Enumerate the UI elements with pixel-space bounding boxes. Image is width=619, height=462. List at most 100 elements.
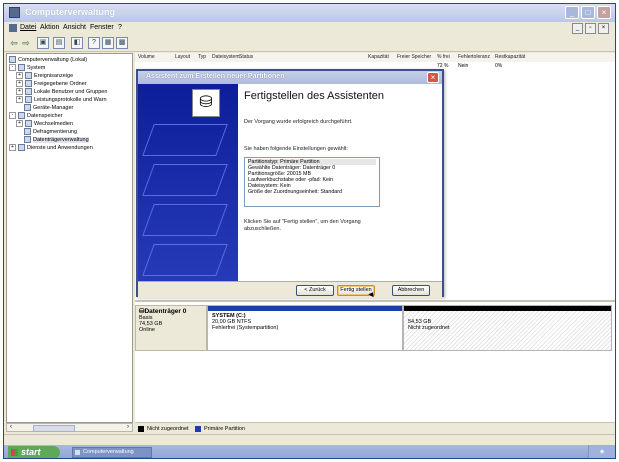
scroll-left-icon[interactable]: ‹ bbox=[7, 424, 15, 431]
expand-icon[interactable]: + bbox=[16, 80, 23, 87]
column-header-type[interactable]: Typ bbox=[198, 54, 206, 60]
partition-unallocated[interactable]: 54,53 GB Nicht zugeordnet bbox=[403, 305, 612, 351]
cell-fault-tolerance: Nein bbox=[458, 63, 469, 69]
mdi-restore-button[interactable]: ▫ bbox=[585, 23, 596, 34]
tree-label: Lokale Benutzer und Gruppen bbox=[34, 88, 108, 95]
back-button[interactable]: < Zurück bbox=[296, 285, 334, 296]
tree-node-disk-management[interactable]: Datenträgerverwaltung bbox=[24, 136, 89, 143]
scroll-right-icon[interactable]: › bbox=[124, 424, 132, 431]
wizard-settings-intro: Sie haben folgende Einstellungen gewählt… bbox=[244, 146, 348, 152]
window-title: Computerverwaltung bbox=[25, 7, 116, 17]
event-viewer-icon bbox=[25, 72, 32, 79]
tree-node-event-viewer[interactable]: + Ereignisanzeige bbox=[16, 72, 73, 79]
tree-node-performance-logs[interactable]: + Leistungsprotokolle und Warn bbox=[16, 96, 107, 103]
menu-bar: Datei Aktion Ansicht Fenster ? _ ▫ × bbox=[4, 22, 615, 35]
disk-stack-graphic bbox=[142, 244, 228, 276]
users-icon bbox=[25, 88, 32, 95]
tree-node-removable-storage[interactable]: + Wechselmedien bbox=[16, 120, 73, 127]
taskbar-item-label: Computerverwaltung bbox=[83, 449, 134, 455]
tree-label: Dienste und Anwendungen bbox=[27, 144, 93, 151]
help-icon[interactable]: ? bbox=[88, 37, 100, 49]
wizard-finish-hint-2: abzuschließen. bbox=[244, 226, 281, 232]
wizard-settings-list[interactable]: Partitionstyp: Primäre Partition Gewählt… bbox=[244, 157, 380, 207]
tree-label: Ereignisanzeige bbox=[34, 72, 74, 79]
collapse-icon[interactable]: - bbox=[9, 64, 16, 71]
expand-icon[interactable]: + bbox=[9, 144, 16, 151]
column-header-capacity[interactable]: Kapazität bbox=[368, 54, 389, 60]
column-header-percent-free[interactable]: % frei bbox=[437, 54, 450, 60]
column-header-volume[interactable]: Volume bbox=[138, 54, 155, 60]
column-header-overhead[interactable]: Restkapazität bbox=[495, 54, 525, 60]
forward-arrow-icon[interactable]: ⇨ bbox=[20, 37, 32, 49]
device-manager-icon bbox=[24, 104, 31, 111]
wizard-heading: Fertigstellen des Assistenten bbox=[244, 90, 385, 102]
expand-icon[interactable]: + bbox=[16, 120, 23, 127]
title-bar[interactable]: Computerverwaltung _ □ × bbox=[4, 4, 615, 22]
menu-datei[interactable]: Datei bbox=[20, 24, 36, 31]
tree-node-shared-folders[interactable]: + Freigegebene Ordner bbox=[16, 80, 87, 87]
legend-unallocated: Nicht zugeordnet bbox=[147, 426, 189, 432]
menu-ansicht[interactable]: Ansicht bbox=[63, 24, 86, 31]
minimize-button[interactable]: _ bbox=[565, 6, 579, 19]
column-header-status[interactable]: Status bbox=[239, 54, 253, 60]
partition-system[interactable]: SYSTEM (C:) 20,00 GB NTFS Fehlerfrei (Sy… bbox=[207, 305, 403, 351]
expand-icon[interactable]: + bbox=[16, 88, 23, 95]
toolbar: ⇦ ⇨ ▣ ▤ ◧ ? ▦ ▩ bbox=[4, 35, 615, 52]
tree-node-defragmenter[interactable]: Defragmentierung bbox=[24, 128, 77, 135]
tree-label: System bbox=[27, 64, 46, 71]
console-tree[interactable]: Computerverwaltung (Lokal) - System + Er… bbox=[6, 53, 133, 423]
tree-label: Datenträgerverwaltung bbox=[33, 136, 89, 143]
new-partition-wizard-dialog: Assistent zum Erstellen neuer Partitione… bbox=[136, 69, 444, 298]
settings-line: Größe der Zuordnungseinheit: Standard bbox=[248, 189, 342, 195]
tree-horizontal-scrollbar[interactable]: ‹ › bbox=[6, 423, 133, 432]
properties-icon[interactable]: ◧ bbox=[71, 37, 83, 49]
computer-management-icon bbox=[75, 450, 80, 455]
column-header-fault-tolerance[interactable]: Fehlertoleranz bbox=[458, 54, 490, 60]
system-tray[interactable]: ◈ bbox=[588, 445, 615, 458]
column-header-layout[interactable]: Layout bbox=[175, 54, 190, 60]
collapse-icon[interactable]: - bbox=[9, 112, 16, 119]
column-header-free-space[interactable]: Freier Speicher bbox=[397, 54, 431, 60]
back-arrow-icon[interactable]: ⇦ bbox=[8, 37, 20, 49]
tree-node-local-users[interactable]: + Lokale Benutzer und Gruppen bbox=[16, 88, 107, 95]
wizard-title: Assistent zum Erstellen neuer Partitione… bbox=[146, 73, 285, 80]
tools-icon bbox=[18, 64, 25, 71]
tree-label: Wechselmedien bbox=[34, 120, 74, 127]
menu-fenster[interactable]: Fenster bbox=[90, 24, 114, 31]
disk-graphical-view[interactable]: ⛁Datenträger 0 Basis 74,53 GB Online SYS… bbox=[135, 300, 615, 424]
scroll-thumb[interactable] bbox=[33, 425, 75, 432]
close-button[interactable]: × bbox=[597, 6, 611, 19]
cancel-button[interactable]: Abbrechen bbox=[392, 285, 430, 296]
expand-icon[interactable]: + bbox=[16, 72, 23, 79]
mdi-minimize-button[interactable]: _ bbox=[572, 23, 583, 34]
tray-icon[interactable]: ◈ bbox=[600, 449, 605, 455]
up-level-icon[interactable]: ▣ bbox=[37, 37, 49, 49]
primary-partition-bar bbox=[208, 306, 402, 311]
wizard-success-text: Der Vorgang wurde erfolgreich durchgefüh… bbox=[244, 119, 353, 125]
wizard-title-bar[interactable]: Assistent zum Erstellen neuer Partitione… bbox=[138, 71, 442, 84]
tree-node-device-manager[interactable]: Geräte-Manager bbox=[24, 104, 73, 111]
column-header-filesystem[interactable]: Dateisystem bbox=[212, 54, 240, 60]
menu-aktion[interactable]: Aktion bbox=[40, 24, 59, 31]
menu-help[interactable]: ? bbox=[118, 24, 122, 31]
tree-node-services[interactable]: + Dienste und Anwendungen bbox=[9, 144, 93, 151]
settings-icon[interactable]: ▦ bbox=[102, 37, 114, 49]
start-label: start bbox=[21, 447, 41, 457]
tree-node-system[interactable]: - System bbox=[9, 64, 45, 71]
system-menu-icon[interactable] bbox=[9, 24, 17, 32]
mdi-close-button[interactable]: × bbox=[598, 23, 609, 34]
wizard-close-button[interactable]: × bbox=[427, 72, 439, 83]
disk-0-label[interactable]: ⛁Datenträger 0 Basis 74,53 GB Online bbox=[135, 305, 207, 351]
show-hide-tree-icon[interactable]: ▤ bbox=[53, 37, 65, 49]
maximize-button[interactable]: □ bbox=[581, 6, 595, 19]
tree-node-storage[interactable]: - Datenspeicher bbox=[9, 112, 62, 119]
partition-status: Fehlerfrei (Systempartition) bbox=[212, 325, 279, 331]
disk-view-icon[interactable]: ▩ bbox=[116, 37, 128, 49]
tree-node-root[interactable]: Computerverwaltung (Lokal) bbox=[9, 56, 87, 63]
performance-icon bbox=[25, 96, 32, 103]
expand-icon[interactable]: + bbox=[16, 96, 23, 103]
unallocated-bar bbox=[404, 306, 611, 311]
taskbar-item-computer-management[interactable]: Computerverwaltung bbox=[72, 447, 152, 458]
removable-media-icon bbox=[25, 120, 32, 127]
start-button[interactable]: start bbox=[8, 446, 60, 458]
